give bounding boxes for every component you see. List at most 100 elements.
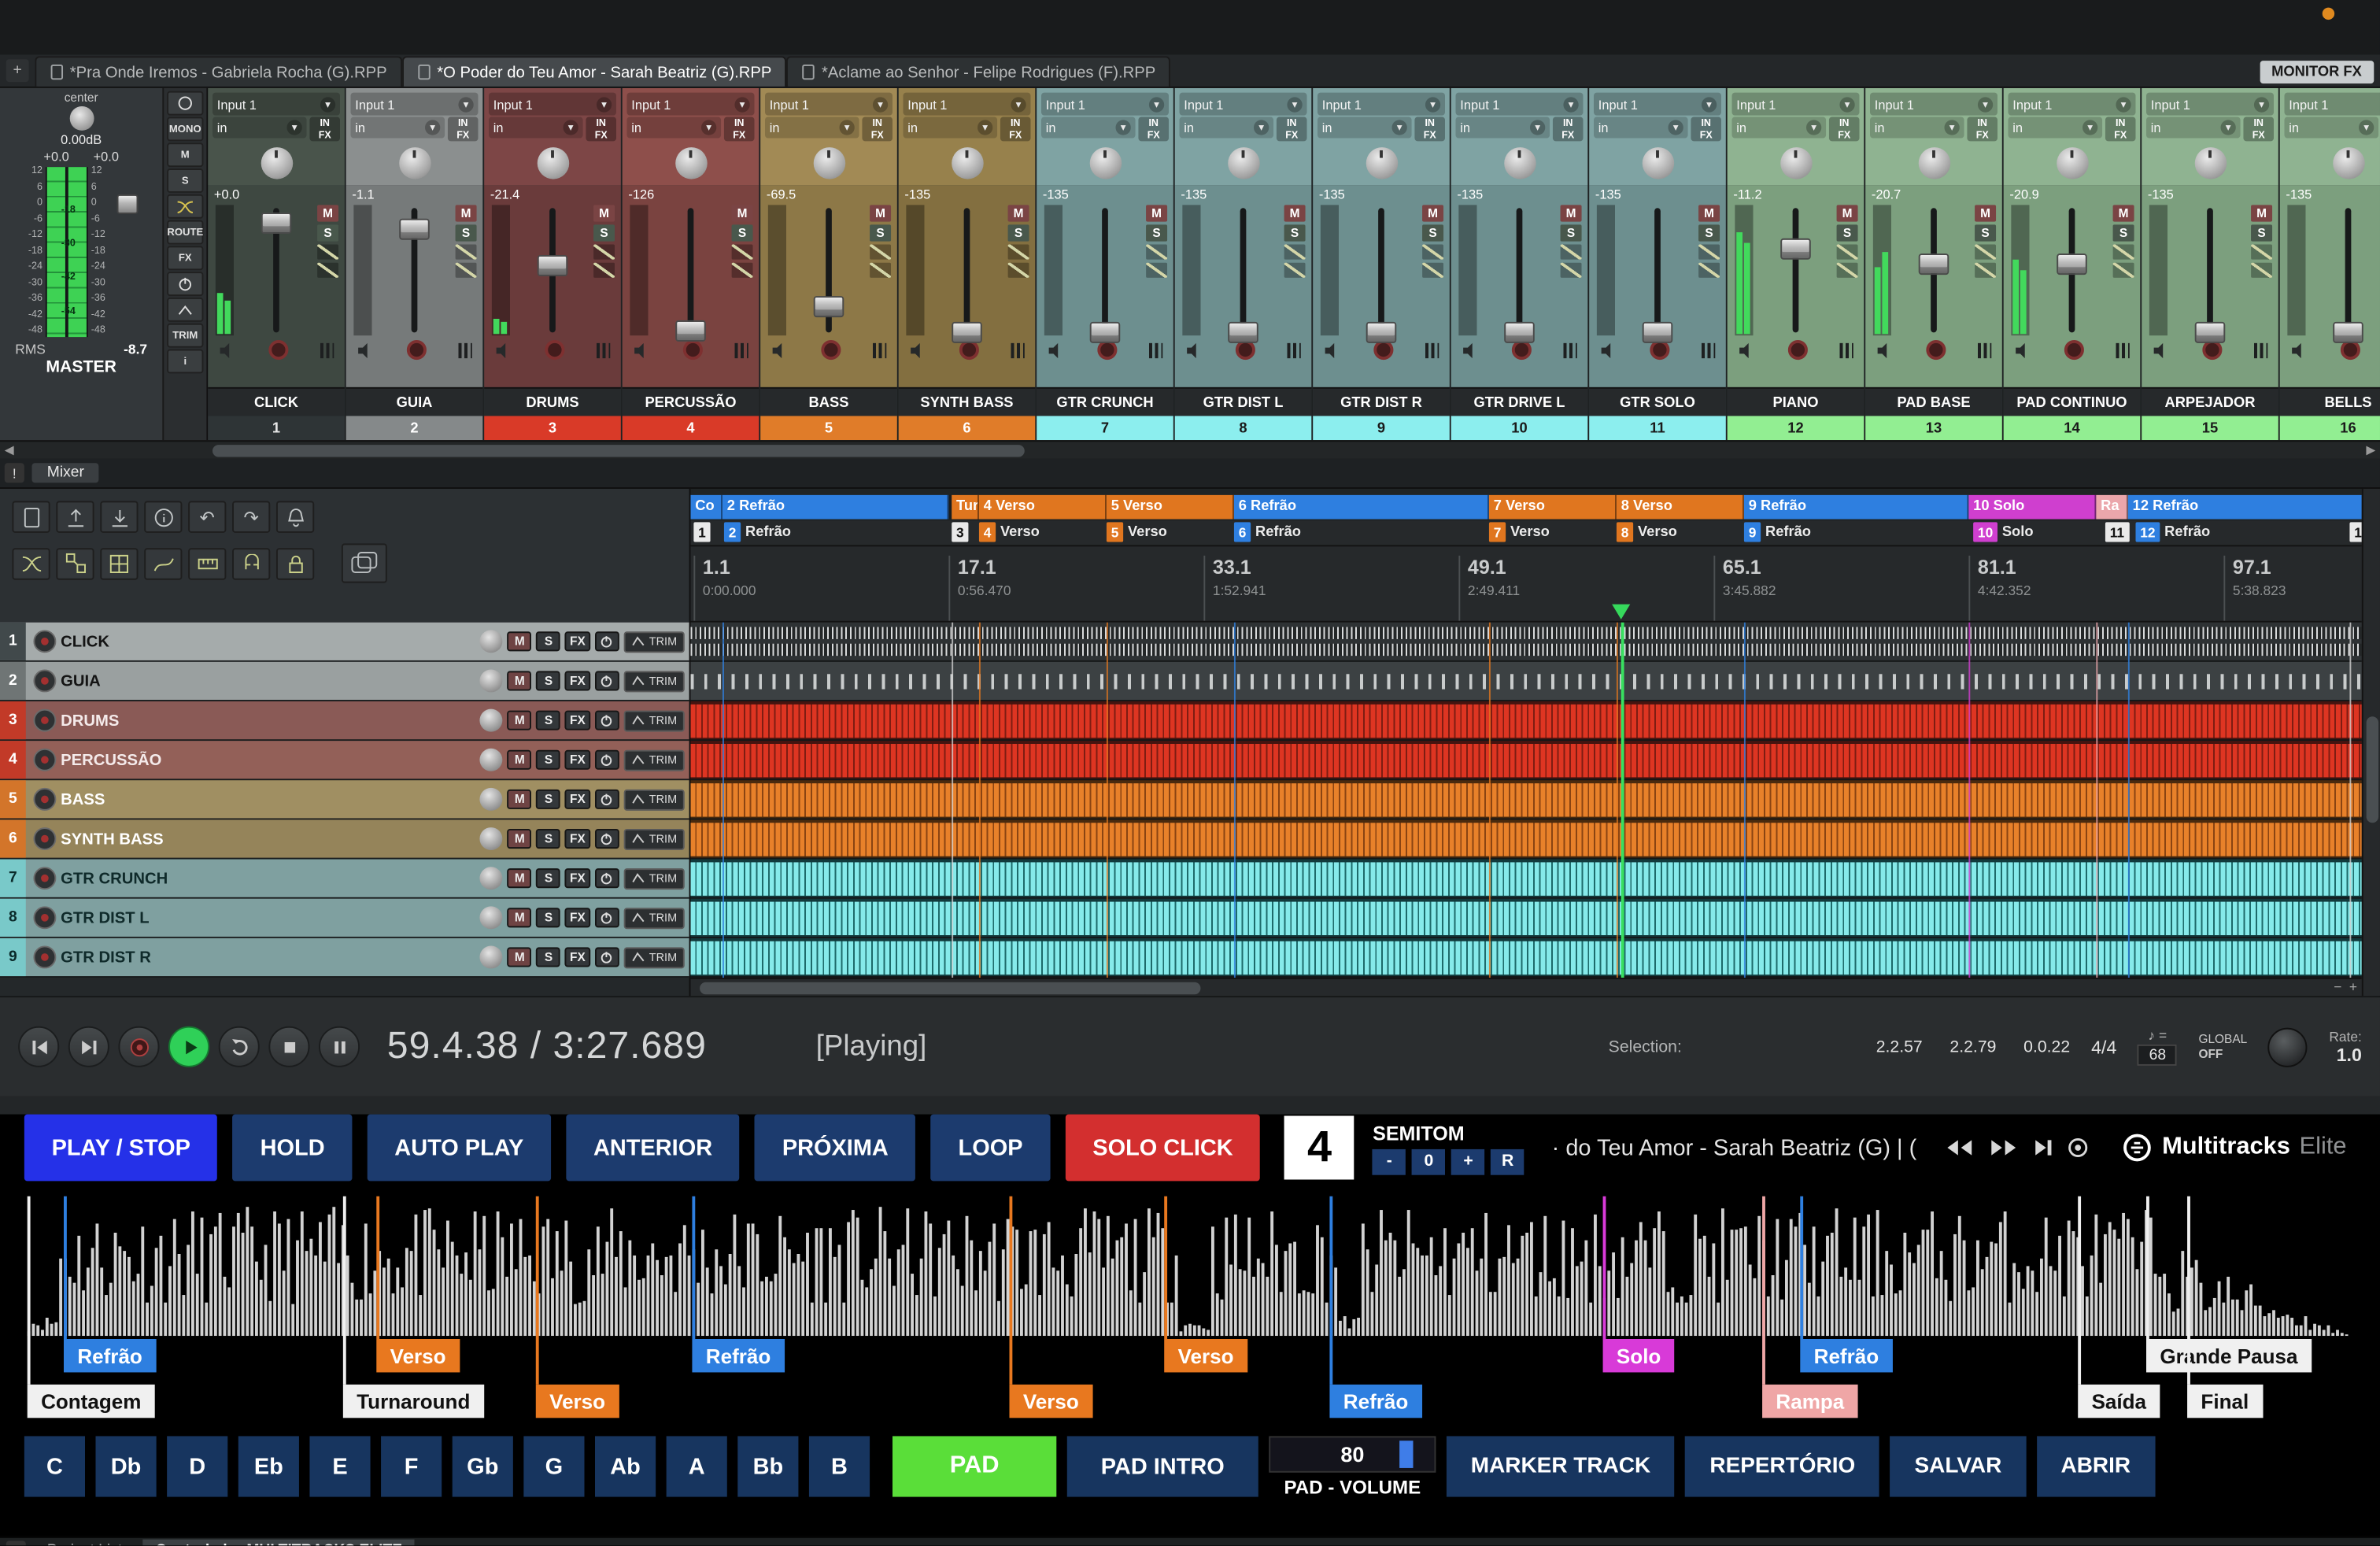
marker[interactable]: 10 Solo [1973,522,2033,542]
track-trim-button[interactable]: TRIM [623,789,685,810]
channel-input-fx-button[interactable]: IN FX [724,117,755,141]
channel-fader[interactable] [1378,208,1384,332]
channel-pan-knob[interactable] [261,147,292,179]
track-mute-button[interactable]: M [508,631,532,651]
channel-in-selector[interactable]: in ▾ [213,117,307,138]
skip-end-icon[interactable] [2033,1138,2054,1156]
channel-fader[interactable] [1793,208,1799,332]
master-info-button[interactable]: i [167,350,203,374]
track-name[interactable]: DRUMS [61,712,475,730]
track-mute-button[interactable]: M [508,947,532,967]
vertical-scrollbar[interactable] [2362,489,2380,996]
channel-io-icon[interactable] [1149,342,1162,357]
save-project-icon[interactable] [100,501,138,533]
channel-record-arm-button[interactable] [2064,340,2083,360]
channel-input-fx-button[interactable]: IN FX [309,117,340,141]
track-mute-button[interactable]: M [508,711,532,730]
channel-io-icon[interactable] [320,342,334,357]
channel-input-selector[interactable]: Input 1 ▾ [1041,93,1169,116]
speaker-icon[interactable] [1324,342,1340,357]
channel-io-icon[interactable] [1839,342,1853,357]
channel-input-fx-button[interactable]: IN FX [1000,117,1031,141]
record-arm-button[interactable] [33,906,56,929]
marker-flag-label[interactable]: Refrão [1329,1385,1421,1418]
channel-fader-handle[interactable] [1090,323,1121,344]
key-button[interactable]: Ab [595,1436,656,1496]
track-solo-button[interactable]: S [537,750,561,770]
master-route-button[interactable]: ROUTE [167,220,203,245]
master-env-icon[interactable] [167,298,203,322]
channel-mute-button[interactable]: M [732,205,753,221]
marker-flag-label[interactable]: Turnaround [343,1385,484,1418]
project-settings-icon[interactable] [144,501,182,533]
channel-fader-handle[interactable] [2195,323,2226,344]
song-waveform[interactable]: Refrão Verso Refrão Verso [28,1196,2353,1424]
track-fx-power-icon[interactable] [594,908,619,927]
key-button[interactable]: F [381,1436,442,1496]
channel-fader-handle[interactable] [952,323,982,344]
channel-input-selector[interactable]: Input 1 ▾ [350,93,478,116]
channel-fader-handle[interactable] [399,218,430,239]
marker[interactable]: 12 Refrão [2135,522,2210,542]
channel-pan-knob[interactable] [398,147,431,179]
channel-solo-button[interactable]: S [1837,224,1858,241]
record-arm-button[interactable] [33,867,56,890]
track-lane[interactable] [690,741,2361,780]
track-name[interactable]: SYNTH BASS [61,830,475,848]
channel-pan-knob[interactable] [2194,147,2227,179]
go-to-end-button[interactable] [68,1026,109,1067]
channel-mute-button[interactable]: M [1146,205,1167,221]
channel-width-env-icon[interactable] [2113,263,2134,278]
speaker-icon[interactable] [357,342,373,357]
track-trim-button[interactable]: TRIM [623,710,685,731]
track-solo-button[interactable]: S [537,947,561,967]
track-pan-knob[interactable] [480,669,503,692]
channel-pan-env-icon[interactable] [317,244,338,259]
channel-pan-knob[interactable] [674,147,706,179]
nav-button[interactable]: PLAY / STOP [24,1115,218,1182]
channel-width-env-icon[interactable] [1975,263,1996,278]
track-fx-power-icon[interactable] [594,750,619,770]
channel-input-fx-button[interactable]: IN FX [586,117,616,141]
key-button[interactable]: Bb [737,1436,798,1496]
channel-record-arm-button[interactable] [1787,340,1807,360]
region-block[interactable]: 2 Refrão [722,495,948,520]
channel-solo-button[interactable]: S [456,224,477,241]
master-fader[interactable] [116,167,142,337]
channel-io-icon[interactable] [2116,342,2129,357]
channel-record-arm-button[interactable] [682,340,702,360]
marker-flag-label[interactable]: Refrão [1800,1339,1892,1372]
record-arm-button[interactable] [33,749,56,771]
semitom-button[interactable]: + [1451,1148,1484,1174]
marker-flag[interactable]: Grande Pausa [2146,1339,2312,1372]
track-trim-button[interactable]: TRIM [623,670,685,691]
channel-width-env-icon[interactable] [593,263,615,278]
marker-flag-label[interactable]: Refrão [692,1339,784,1372]
marker[interactable]: 11 [2105,522,2134,542]
track-fx-power-icon[interactable] [594,711,619,730]
rewind-icon[interactable] [1945,1138,1975,1156]
speaker-icon[interactable] [1738,342,1754,357]
channel-width-env-icon[interactable] [1284,263,1306,278]
channel-pan-knob[interactable] [2332,147,2364,179]
channel-width-env-icon[interactable] [1146,263,1167,278]
time-display[interactable]: 59.4.38 / 3:27.689 [387,1025,707,1069]
speaker-icon[interactable] [771,342,788,357]
new-project-icon[interactable] [12,501,50,533]
channel-pan-env-icon[interactable] [1284,244,1306,259]
track-fx-button[interactable]: FX [565,671,589,690]
track-lane[interactable] [690,662,2361,701]
channel-solo-button[interactable]: S [2251,224,2272,241]
channel-io-icon[interactable] [1287,342,1300,357]
master-crossfade-icon[interactable] [167,194,203,219]
channel-input-selector[interactable]: Input 1 ▾ [1870,93,1998,116]
zoom-in-button[interactable]: + [2349,979,2357,994]
channel-mute-button[interactable]: M [2113,205,2134,221]
channel-record-arm-button[interactable] [1925,340,1945,360]
key-button[interactable]: Gb [453,1436,513,1496]
channel-solo-button[interactable]: S [732,224,753,241]
speaker-icon[interactable] [2153,342,2169,357]
channel-solo-button[interactable]: S [1146,224,1167,241]
nav-button[interactable]: SOLO CLICK [1066,1115,1261,1182]
track-fx-button[interactable]: FX [565,631,589,651]
